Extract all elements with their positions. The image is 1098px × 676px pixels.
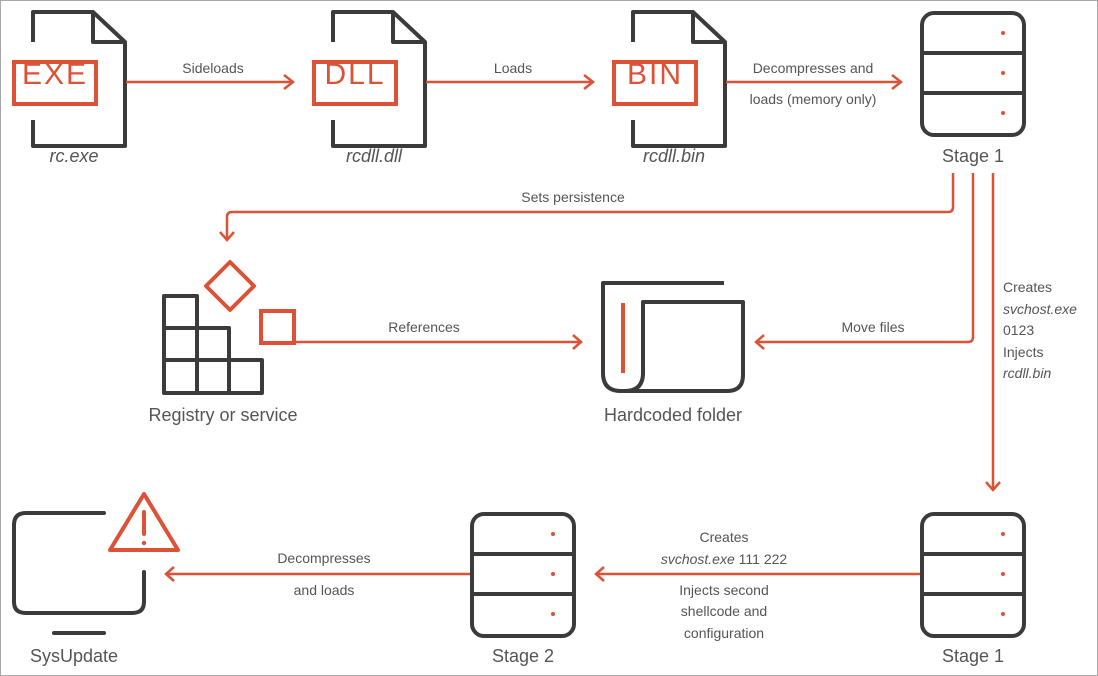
bin-badge: BIN — [627, 58, 683, 91]
caption-hardcoded-folder: Hardcoded folder — [603, 405, 743, 425]
caption-stage1-bottom: Stage 1 — [941, 646, 1005, 666]
label-loads: Loads — [493, 60, 533, 76]
flow-diagram: EXE DLL BIN — [12, 10, 1026, 638]
arrow-creates-injects — [985, 173, 1001, 492]
rcdll-bin-line: rcdll.bin — [1003, 365, 1052, 381]
label-stage2-injects: Injects second — [679, 582, 769, 598]
svchost-italic: svchost.exe — [660, 551, 735, 567]
label-stage2-configuration: configuration — [683, 625, 765, 641]
caption-stage1-top: Stage 1 — [941, 146, 1005, 166]
label-stage2-creates: Creates — [699, 529, 749, 545]
arrow-loads — [426, 74, 596, 90]
caption-registry: Registry or service — [148, 405, 298, 425]
arrow-decompresses — [726, 74, 904, 90]
injects-line: Injects — [1003, 343, 1044, 360]
label-final-and-loads: and loads — [293, 582, 355, 598]
label-references: References — [388, 319, 460, 335]
dll-badge: DLL — [324, 58, 385, 91]
arrow-stage1-to-stage2 — [594, 566, 920, 582]
caption-sysupdate: SysUpdate — [29, 646, 119, 666]
registry-icon — [162, 260, 296, 395]
label-sideloads: Sideloads — [182, 60, 244, 76]
stage2-server-icon — [470, 512, 576, 638]
arrow-stage2-to-sysupdate — [164, 566, 470, 582]
exe-badge: EXE — [22, 58, 88, 91]
pid-line: 0123 — [1003, 322, 1035, 338]
stage1-top-server-icon — [920, 11, 1026, 137]
label-sets-persistence: Sets persistence — [521, 189, 625, 205]
label-stage2-shellcode: shellcode and — [680, 603, 768, 619]
caption-rc-exe: rc.exe — [49, 146, 99, 166]
arrow-sideloads — [126, 74, 296, 90]
svchost-pids: 111 222 — [734, 551, 788, 567]
arrow-sets-persistence — [219, 173, 955, 242]
stage1-bottom-server-icon — [920, 512, 1026, 638]
creates-line: Creates — [1003, 279, 1053, 295]
svchost-line: svchost.exe — [1003, 300, 1077, 317]
label-final-decompresses: Decompresses — [277, 550, 371, 566]
folder-icon — [601, 281, 745, 393]
caption-rcdll-dll: rcdll.dll — [345, 146, 403, 166]
label-decompresses-1: Decompresses and — [752, 60, 874, 76]
arrow-references — [296, 334, 583, 350]
label-stage2-svchost: svchost.exe 111 222 — [661, 551, 787, 567]
label-decompresses-2: loads (memory only) — [749, 91, 877, 107]
label-creates-injects: Creates svchost.exe 0123 Injects rcdll.b… — [1003, 277, 1077, 385]
caption-rcdll-bin: rcdll.bin — [642, 146, 706, 166]
monitor-warning-icon — [12, 492, 180, 635]
label-move-files: Move files — [841, 319, 905, 335]
caption-stage2: Stage 2 — [491, 646, 555, 666]
